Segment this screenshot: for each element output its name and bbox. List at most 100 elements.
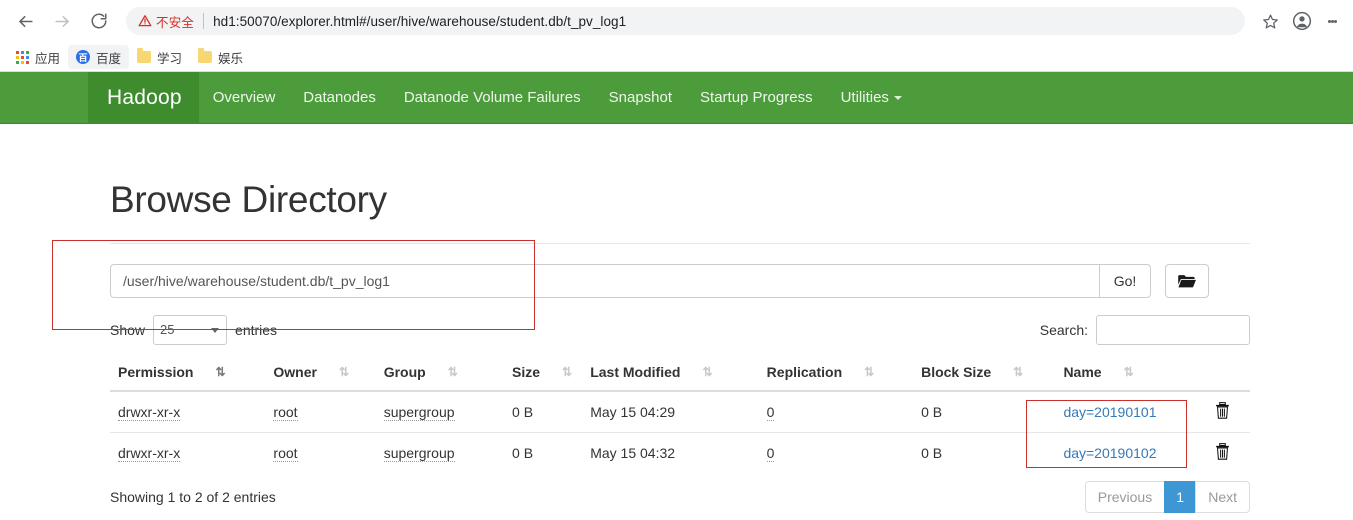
page-content: Browse Directory Go! Show 25 50 100 <box>0 124 1353 513</box>
page-length-select[interactable]: 25 50 100 <box>153 314 228 345</box>
kebab-dot <box>1333 19 1337 23</box>
table-row: drwxr-xr-x root supergroup 0 B May 15 04… <box>110 431 1250 473</box>
folder-icon <box>198 48 213 63</box>
bookmark-entertainment[interactable]: 娱乐 <box>190 45 251 69</box>
pagination-next[interactable]: Next <box>1195 480 1250 513</box>
column-label: Name <box>1063 363 1102 380</box>
search-control: Search: <box>1040 314 1250 345</box>
star-icon[interactable] <box>1255 6 1285 36</box>
nav-item-snapshot[interactable]: Snapshot <box>595 72 686 124</box>
cell-delete <box>1195 431 1250 473</box>
nav-item-datanodes[interactable]: Datanodes <box>289 72 390 124</box>
warning-triangle-icon <box>138 15 152 27</box>
back-icon[interactable] <box>10 6 40 36</box>
column-header-permission[interactable]: Permission ⇅ <box>110 355 266 392</box>
apps-grid-icon <box>16 50 29 64</box>
bookmark-study[interactable]: 学习 <box>129 45 190 69</box>
sort-icon: ⇅ <box>864 364 874 379</box>
address-bar[interactable]: 不安全 hd1:50070/explorer.html#/user/hive/w… <box>126 7 1245 35</box>
column-label: Replication <box>766 363 843 380</box>
column-label: Last Modified <box>590 363 681 380</box>
group-link[interactable]: supergroup <box>383 403 455 421</box>
permission-link[interactable]: drwxr-xr-x <box>118 444 181 462</box>
cell-permission: drwxr-xr-x <box>110 391 265 433</box>
path-input[interactable] <box>110 263 1099 298</box>
kebab-menu-icon[interactable] <box>1319 6 1345 36</box>
cell-permission: drwxr-xr-x <box>110 431 266 473</box>
chevron-down-icon <box>893 96 902 101</box>
column-header-actions <box>1195 355 1250 392</box>
column-header-last-modified[interactable]: Last Modified ⇅ <box>582 355 759 392</box>
path-input-group: Go! <box>110 263 1151 298</box>
permission-link[interactable]: drwxr-xr-x <box>118 403 181 421</box>
toolbar-icons <box>1255 6 1349 36</box>
bookmark-label: 百度 <box>96 51 122 66</box>
bookmarks-bar: 应用 百 百度 学习 娱乐 <box>0 42 1353 72</box>
nav-item-utilities-label: Utilities <box>840 89 889 106</box>
navbar-links: Overview Datanodes Datanode Volume Failu… <box>199 72 916 124</box>
search-input[interactable] <box>1096 314 1250 345</box>
pagination-previous[interactable]: Previous <box>1084 480 1166 513</box>
profile-avatar-icon[interactable] <box>1287 6 1317 36</box>
cell-last-modified: May 15 04:32 <box>582 431 759 473</box>
nav-item-overview[interactable]: Overview <box>199 72 290 124</box>
navbar-brand[interactable]: Hadoop <box>88 72 199 124</box>
nav-item-startup-progress[interactable]: Startup Progress <box>686 72 827 124</box>
column-header-group[interactable]: Group ⇅ <box>375 355 505 392</box>
cell-replication: 0 <box>758 431 914 473</box>
cell-block-size: 0 B <box>913 431 1056 473</box>
name-link[interactable]: day=20190101 <box>1063 404 1156 420</box>
sort-icon: ⇅ <box>338 364 349 379</box>
table-header-row: Permission ⇅ Owner ⇅ Group ⇅ Size ⇅ Last Mod… <box>110 355 1250 392</box>
security-status[interactable]: 不安全 <box>138 12 194 31</box>
go-button[interactable]: Go! <box>1099 263 1151 298</box>
cell-name: day=20190101 <box>1055 391 1195 433</box>
baidu-icon: 百 <box>76 50 91 64</box>
owner-link[interactable]: root <box>273 403 298 421</box>
sort-icon: ⇅ <box>215 364 225 379</box>
replication-link[interactable]: 0 <box>766 444 775 462</box>
group-link[interactable]: supergroup <box>383 444 455 462</box>
cell-group: supergroup <box>376 391 504 433</box>
column-header-replication[interactable]: Replication ⇅ <box>758 355 914 392</box>
table-header: Permission ⇅ Owner ⇅ Group ⇅ Size ⇅ Last Mod… <box>110 355 1250 392</box>
cell-size: 0 B <box>504 431 583 473</box>
forward-icon[interactable] <box>47 6 77 36</box>
bookmark-apps[interactable]: 应用 <box>8 45 68 69</box>
column-header-owner[interactable]: Owner ⇅ <box>265 355 376 392</box>
trash-icon[interactable] <box>1215 401 1230 422</box>
entries-info: Showing 1 to 2 of 2 entries <box>110 488 276 505</box>
replication-link[interactable]: 0 <box>766 403 775 421</box>
page-title: Browse Directory <box>110 179 387 220</box>
nav-item-datanode-volume-failures[interactable]: Datanode Volume Failures <box>390 72 595 124</box>
pagination-page-1[interactable]: 1 <box>1164 480 1197 513</box>
show-label: Show <box>110 321 146 338</box>
table-controls: Show 25 50 100 entries Search: <box>110 314 1250 346</box>
path-bar: Go! <box>110 263 1250 298</box>
column-label: Size <box>512 363 541 380</box>
trash-icon[interactable] <box>1215 442 1230 463</box>
name-link[interactable]: day=20190102 <box>1063 445 1156 461</box>
column-header-block-size[interactable]: Block Size ⇅ <box>913 355 1056 392</box>
sort-icon: ⇅ <box>562 364 572 379</box>
cell-delete <box>1196 391 1250 433</box>
cell-owner: root <box>265 391 375 433</box>
reload-icon[interactable] <box>84 6 114 36</box>
cell-name: day=20190102 <box>1055 431 1196 473</box>
column-header-name[interactable]: Name ⇅ <box>1055 355 1196 392</box>
cell-replication: 0 <box>759 391 913 433</box>
owner-link[interactable]: root <box>273 444 298 462</box>
table-row: drwxr-xr-x root supergroup 0 B May 15 04… <box>110 391 1250 433</box>
cell-group: supergroup <box>375 431 505 473</box>
sort-icon: ⇅ <box>1123 364 1134 379</box>
title-divider <box>110 242 1250 244</box>
entries-label: entries <box>235 321 278 338</box>
sort-icon: ⇅ <box>702 364 712 379</box>
nav-item-utilities[interactable]: Utilities <box>827 72 916 124</box>
column-header-size[interactable]: Size ⇅ <box>504 355 583 392</box>
open-folder-icon[interactable] <box>1165 263 1209 298</box>
omnibox-divider <box>203 13 205 29</box>
cell-owner: root <box>265 431 376 473</box>
security-warning-text: 不安全 <box>156 15 195 30</box>
bookmark-baidu[interactable]: 百 百度 <box>68 45 130 69</box>
